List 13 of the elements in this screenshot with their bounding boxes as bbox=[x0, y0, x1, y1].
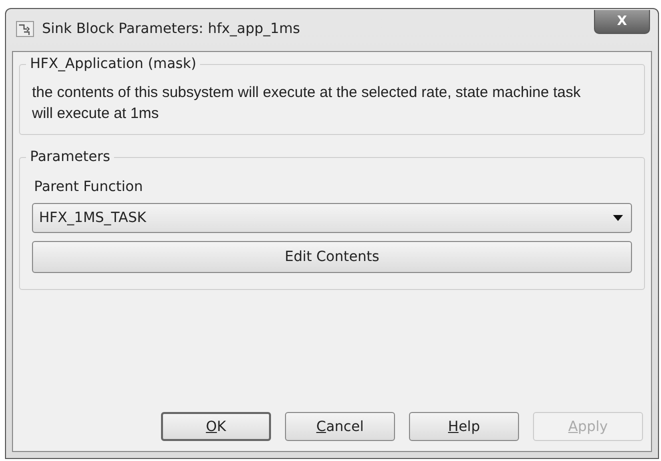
cancel-button[interactable]: Cancel bbox=[285, 412, 395, 441]
field-label: Parent Function bbox=[34, 179, 144, 195]
parent-function-dropdown[interactable]: HFX_1MS_TASK bbox=[32, 203, 632, 233]
ok-button[interactable]: OK bbox=[161, 412, 271, 441]
edit-contents-button[interactable]: Edit Contents bbox=[32, 241, 632, 273]
close-button[interactable]: X bbox=[594, 10, 650, 34]
app-icon bbox=[16, 21, 34, 37]
group-title: HFX_Application (mask) bbox=[29, 56, 198, 72]
group-title: Parameters bbox=[29, 149, 112, 165]
help-button[interactable]: Help bbox=[409, 412, 519, 441]
description-text: the contents of this subsystem will execute at the selected rate, state machine task will execute at 1ms bbox=[32, 83, 582, 124]
caret-icon bbox=[613, 215, 623, 221]
window-title: Sink Block Parameters: hfx_app_1ms bbox=[42, 21, 302, 37]
